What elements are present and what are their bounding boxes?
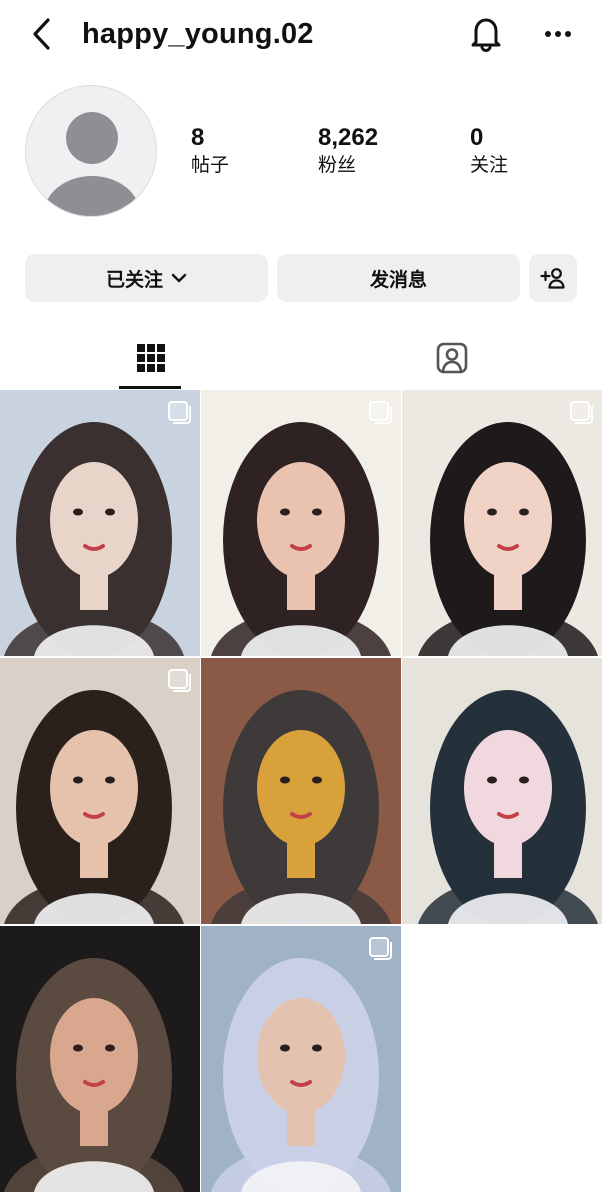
followers-label: 粉丝 — [318, 154, 357, 176]
tagged-person-icon — [436, 342, 467, 374]
post-image — [0, 390, 200, 656]
following-count-stat[interactable]: 0 关注 — [470, 124, 508, 178]
posts-grid — [0, 390, 602, 1192]
posts-count: 8 — [191, 124, 205, 151]
multiple-photos-icon — [369, 401, 392, 424]
message-button-label: 发消息 — [369, 268, 427, 291]
post-image — [402, 658, 602, 924]
add-user-button[interactable] — [529, 254, 577, 302]
post-thumbnail[interactable] — [402, 390, 602, 656]
following-button[interactable]: 已关注 — [25, 254, 268, 302]
active-tab-indicator — [119, 386, 181, 389]
grid-icon — [136, 344, 165, 372]
post-thumbnail[interactable] — [402, 658, 602, 924]
tab-tagged[interactable] — [301, 328, 602, 388]
chevron-left-icon — [33, 18, 50, 50]
multiple-photos-icon — [168, 669, 191, 692]
followers-count: 8,262 — [318, 124, 379, 151]
posts-label: 帖子 — [191, 154, 230, 176]
default-avatar-icon — [44, 112, 140, 216]
post-image — [201, 390, 401, 656]
post-thumbnail[interactable] — [201, 658, 401, 924]
post-image — [402, 390, 602, 656]
post-image — [201, 658, 401, 924]
post-image — [0, 658, 200, 924]
avatar[interactable] — [25, 85, 157, 217]
chevron-down-icon — [171, 273, 187, 283]
post-image — [0, 926, 200, 1192]
message-button[interactable]: 发消息 — [277, 254, 520, 302]
back-button[interactable] — [24, 14, 60, 54]
followers-count-stat[interactable]: 8,262 粉丝 — [318, 124, 378, 178]
profile-username: happy_young.02 — [82, 18, 314, 50]
more-options-button[interactable] — [538, 14, 578, 54]
post-thumbnail[interactable] — [0, 926, 200, 1192]
multiple-photos-icon — [369, 937, 392, 960]
bell-icon — [471, 18, 501, 52]
more-horizontal-icon — [545, 31, 571, 37]
following-label: 关注 — [470, 154, 509, 176]
tab-posts-grid[interactable] — [0, 328, 301, 388]
post-thumbnail[interactable] — [201, 926, 401, 1192]
following-button-label: 已关注 — [105, 268, 163, 291]
posts-count-stat[interactable]: 8 帖子 — [191, 124, 229, 178]
post-thumbnail[interactable] — [201, 390, 401, 656]
multiple-photos-icon — [168, 401, 191, 424]
post-thumbnail[interactable] — [0, 390, 200, 656]
post-image — [201, 926, 401, 1192]
notifications-button[interactable] — [464, 12, 508, 56]
multiple-photos-icon — [570, 401, 593, 424]
top-bar: happy_young.02 — [0, 0, 602, 72]
following-count: 0 — [470, 124, 484, 151]
add-user-icon — [540, 268, 565, 289]
post-thumbnail[interactable] — [0, 658, 200, 924]
